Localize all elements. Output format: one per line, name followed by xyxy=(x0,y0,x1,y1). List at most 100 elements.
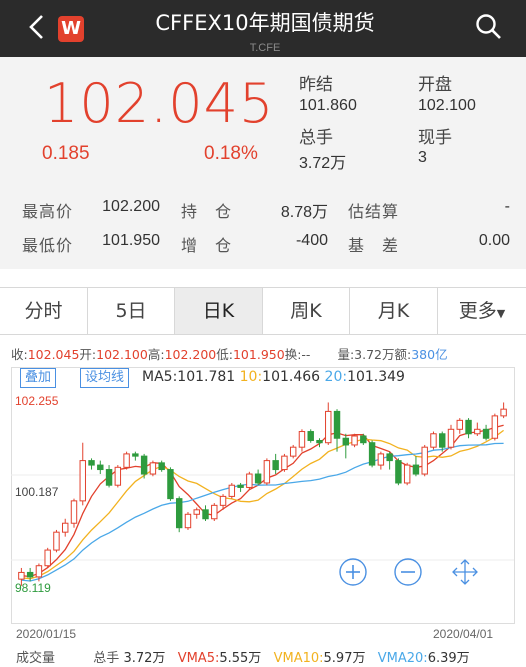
vma5-value: 5.55万 xyxy=(219,651,262,666)
tab-intraday[interactable]: 分时 xyxy=(0,288,88,334)
prev-close-label: 昨结 xyxy=(299,75,333,95)
vma10-label: VMA10: xyxy=(273,651,324,666)
turnover-value: -- xyxy=(301,347,311,362)
zoom-in-icon[interactable] xyxy=(339,558,367,586)
volume-row: 成交量 总手 3.72万 VMA5:5.55万 VMA10:5.97万 VMA2… xyxy=(16,647,470,666)
candle xyxy=(386,453,393,462)
oi-change-label: 增 仓 xyxy=(181,236,233,255)
open-value: 102.100 xyxy=(418,97,476,114)
candle xyxy=(18,571,25,580)
vma5-label: VMA5: xyxy=(177,651,220,666)
turnover-label: 换: xyxy=(284,347,302,362)
candle xyxy=(132,453,139,457)
candle xyxy=(412,464,420,475)
ma10-label: 10: xyxy=(239,369,263,385)
candle xyxy=(167,469,174,500)
tab-more-label: 更多 xyxy=(458,300,497,322)
total-label: 总手 xyxy=(93,651,120,666)
candle xyxy=(307,431,314,441)
prev-close-value: 101.860 xyxy=(299,97,357,114)
candle xyxy=(114,466,122,486)
ma10-line xyxy=(21,429,504,580)
volume-row-label: 成交量 xyxy=(16,651,56,666)
overlay-button[interactable]: 叠加 xyxy=(20,368,57,388)
candle xyxy=(202,509,209,520)
high-value: 102.200 xyxy=(102,198,160,215)
ma20-value: 101.349 xyxy=(347,369,405,385)
candle xyxy=(465,419,472,435)
high-value: 102.200 xyxy=(164,347,217,362)
ma5-label: MA5: xyxy=(142,369,178,385)
set-ma-button[interactable]: 设均线 xyxy=(80,368,130,388)
candle xyxy=(88,460,95,466)
open-value: 102.100 xyxy=(96,347,148,362)
candle xyxy=(403,464,411,484)
tab-monthly-k[interactable]: 月K xyxy=(350,288,438,334)
price-change-percent: 0.18% xyxy=(204,143,258,164)
candle xyxy=(272,460,279,471)
ma5-line xyxy=(21,424,504,578)
instrument-code: T.CFE xyxy=(249,42,281,54)
candle xyxy=(219,495,227,506)
candle xyxy=(447,428,455,448)
tab-weekly-k[interactable]: 周K xyxy=(263,288,350,334)
candle xyxy=(342,437,350,446)
candle xyxy=(123,453,130,468)
vma20-value: 6.39万 xyxy=(427,651,470,666)
fullscreen-icon[interactable] xyxy=(452,559,478,585)
low-value: 101.950 xyxy=(232,347,285,362)
search-icon[interactable] xyxy=(474,12,504,42)
candle xyxy=(325,410,332,444)
open-interest-label: 持 仓 xyxy=(181,202,233,221)
last-price: 102.045 xyxy=(44,72,275,135)
close-value: 102.045 xyxy=(27,347,80,362)
basis-value: 0.00 xyxy=(478,232,510,249)
dropdown-arrow-icon: ▼ xyxy=(496,307,506,320)
low-label: 最低价 xyxy=(22,236,74,255)
candle xyxy=(140,455,148,475)
amount-value: 380亿 xyxy=(411,347,448,362)
candles xyxy=(18,402,507,586)
page-title: CFFEX10年期国债期货 xyxy=(155,11,375,35)
candle xyxy=(228,484,236,497)
back-arrow-icon[interactable] xyxy=(22,12,52,42)
tab-more[interactable]: 更多▼ xyxy=(438,288,526,334)
candle xyxy=(368,442,376,466)
candle xyxy=(482,428,490,439)
volume-label: 量: xyxy=(337,347,355,362)
volume-value: 3.72万 xyxy=(354,347,395,362)
low-label: 低: xyxy=(216,347,233,362)
candle xyxy=(193,509,200,515)
candle xyxy=(26,571,34,578)
app-root: W CFFEX10年期国债期货 T.CFE 102.045 0.185 0.18… xyxy=(0,0,526,667)
candle xyxy=(149,462,157,475)
candle xyxy=(97,464,104,471)
candle xyxy=(421,446,428,475)
current-volume-label: 现手 xyxy=(418,128,452,148)
candle xyxy=(237,484,244,488)
close-label: 收: xyxy=(11,347,28,362)
y-label-mid: 100.187 xyxy=(15,485,59,499)
candle xyxy=(246,473,253,488)
candle xyxy=(456,419,463,430)
oi-change-value: -400 xyxy=(295,232,328,249)
y-label-top: 102.255 xyxy=(15,394,59,408)
total-value: 3.72万 xyxy=(123,651,166,666)
open-label: 开: xyxy=(79,347,97,362)
candle xyxy=(211,504,218,520)
vma20-label: VMA20: xyxy=(377,651,428,666)
basis-label: 基 差 xyxy=(348,236,400,255)
candlestick-chart[interactable]: 102.255 100.187 98.119 xyxy=(11,390,514,622)
ohlc-info-line: 收:102.045开:102.100高:102.200低:101.950换:--… xyxy=(11,344,448,363)
candle xyxy=(62,522,69,533)
ma20-label: 20: xyxy=(324,369,348,385)
candle xyxy=(175,498,183,529)
period-tabs: 分时 5日 日K 周K 月K 更多▼ xyxy=(0,287,526,335)
candle xyxy=(158,462,165,471)
high-label: 高: xyxy=(147,347,165,362)
candle xyxy=(184,513,192,529)
zoom-out-icon[interactable] xyxy=(394,558,422,586)
tab-daily-k[interactable]: 日K xyxy=(175,288,263,334)
tab-5day[interactable]: 5日 xyxy=(88,288,175,334)
open-interest-value: 8.78万 xyxy=(280,204,328,221)
